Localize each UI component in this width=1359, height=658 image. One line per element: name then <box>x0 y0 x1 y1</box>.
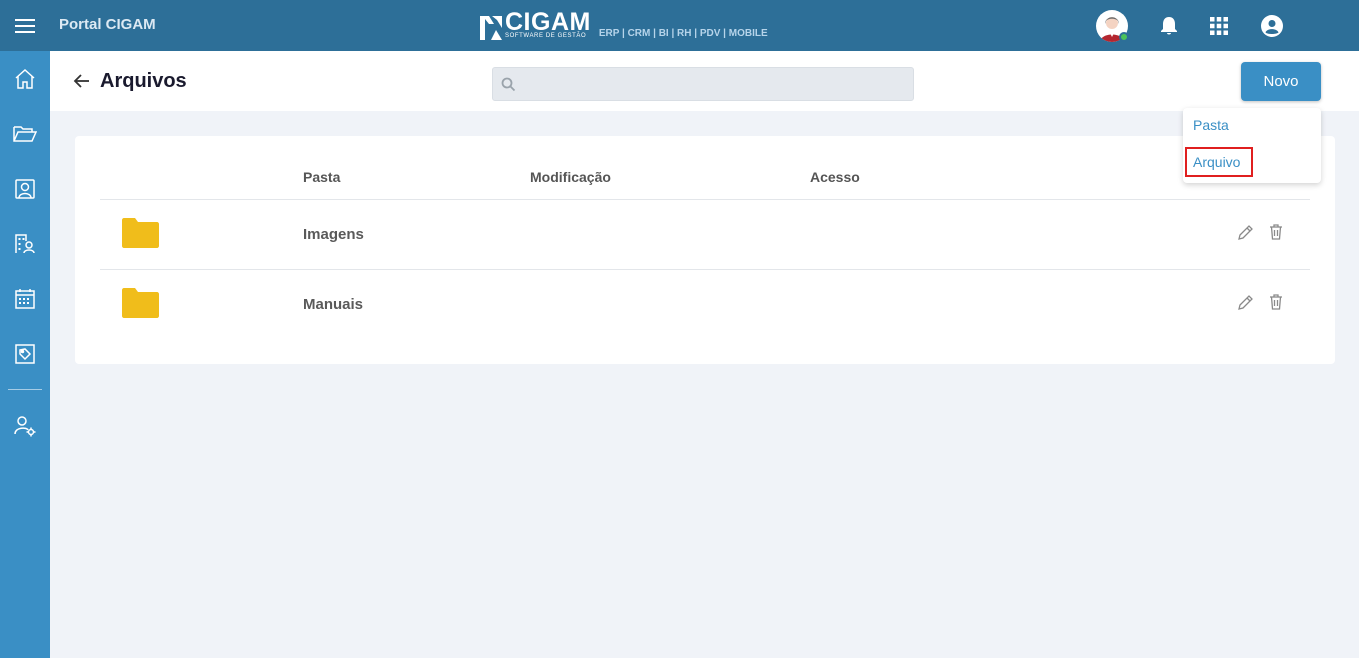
dropdown-item-arquivo[interactable]: Arquivo <box>1185 147 1253 177</box>
row-name-manuais[interactable]: Manuais <box>303 296 363 313</box>
contacts-icon <box>15 178 35 199</box>
folder-icon[interactable] <box>122 288 159 318</box>
logo-brand: CIGAM SOFTWARE DE GESTÃO <box>505 8 591 40</box>
new-button[interactable]: Novo <box>1241 62 1321 101</box>
sidebar-item-calendar[interactable] <box>0 271 50 326</box>
sidebar-divider <box>8 389 42 390</box>
trash-icon[interactable] <box>1267 223 1285 241</box>
page-title: Arquivos <box>100 70 187 92</box>
sidebar-item-files[interactable] <box>0 106 50 161</box>
dropdown-item-pasta[interactable]: Pasta <box>1193 117 1229 133</box>
sidebar <box>0 0 50 658</box>
logo-name: CIGAM <box>505 8 591 36</box>
user-settings-icon <box>14 415 36 436</box>
edit-pencil-icon[interactable] <box>1236 224 1254 242</box>
search-input[interactable] <box>523 68 908 100</box>
apps-button[interactable] <box>1208 15 1230 37</box>
portal-title[interactable]: Portal CIGAM <box>59 16 156 33</box>
account-button[interactable] <box>1261 15 1283 37</box>
notifications-button[interactable] <box>1158 15 1180 37</box>
back-arrow-icon[interactable] <box>72 71 92 91</box>
cigam-logo: CIGAM SOFTWARE DE GESTÃO ERP | CRM | BI … <box>480 8 768 40</box>
account-circle-icon <box>1261 15 1283 37</box>
edit-pencil-icon[interactable] <box>1236 294 1254 312</box>
calendar-icon <box>15 288 35 309</box>
row-name-imagens[interactable]: Imagens <box>303 226 364 243</box>
top-bar: Portal CIGAM CIGAM SOFTWARE DE GESTÃO ER… <box>50 0 1359 51</box>
sidebar-item-organization[interactable] <box>0 216 50 271</box>
trash-icon[interactable] <box>1267 293 1285 311</box>
tags-icon <box>15 343 35 364</box>
folder-open-icon <box>13 125 37 142</box>
page-header: Arquivos Novo <box>50 51 1359 111</box>
online-status-badge <box>1119 32 1129 42</box>
folder-icon[interactable] <box>122 218 159 248</box>
column-header-modificacao[interactable]: Modificação <box>530 169 611 185</box>
column-header-acesso[interactable]: Acesso <box>810 169 860 185</box>
bell-icon <box>1161 17 1177 35</box>
home-icon <box>15 68 35 89</box>
sidebar-item-tags[interactable] <box>0 326 50 381</box>
search-icon <box>501 77 516 92</box>
sidebar-item-home[interactable] <box>0 51 50 106</box>
search-box[interactable] <box>492 67 914 101</box>
hamburger-icon <box>15 18 35 33</box>
row-divider <box>100 199 1310 200</box>
cigam-logo-mark-icon <box>480 16 502 40</box>
sidebar-item-contacts[interactable] <box>0 161 50 216</box>
files-card: Pasta Modificação Acesso Imagens Manuais <box>75 136 1335 364</box>
column-header-pasta[interactable]: Pasta <box>303 169 340 185</box>
sidebar-item-user-settings[interactable] <box>0 398 50 453</box>
logo-subtitle: SOFTWARE DE GESTÃO <box>505 33 587 39</box>
logo-modules: ERP | CRM | BI | RH | PDV | MOBILE <box>598 28 768 39</box>
org-users-icon <box>15 233 35 253</box>
apps-grid-icon <box>1210 17 1228 35</box>
row-divider <box>100 269 1310 270</box>
new-dropdown-menu: Pasta Arquivo <box>1183 108 1321 183</box>
menu-button[interactable] <box>0 0 50 51</box>
